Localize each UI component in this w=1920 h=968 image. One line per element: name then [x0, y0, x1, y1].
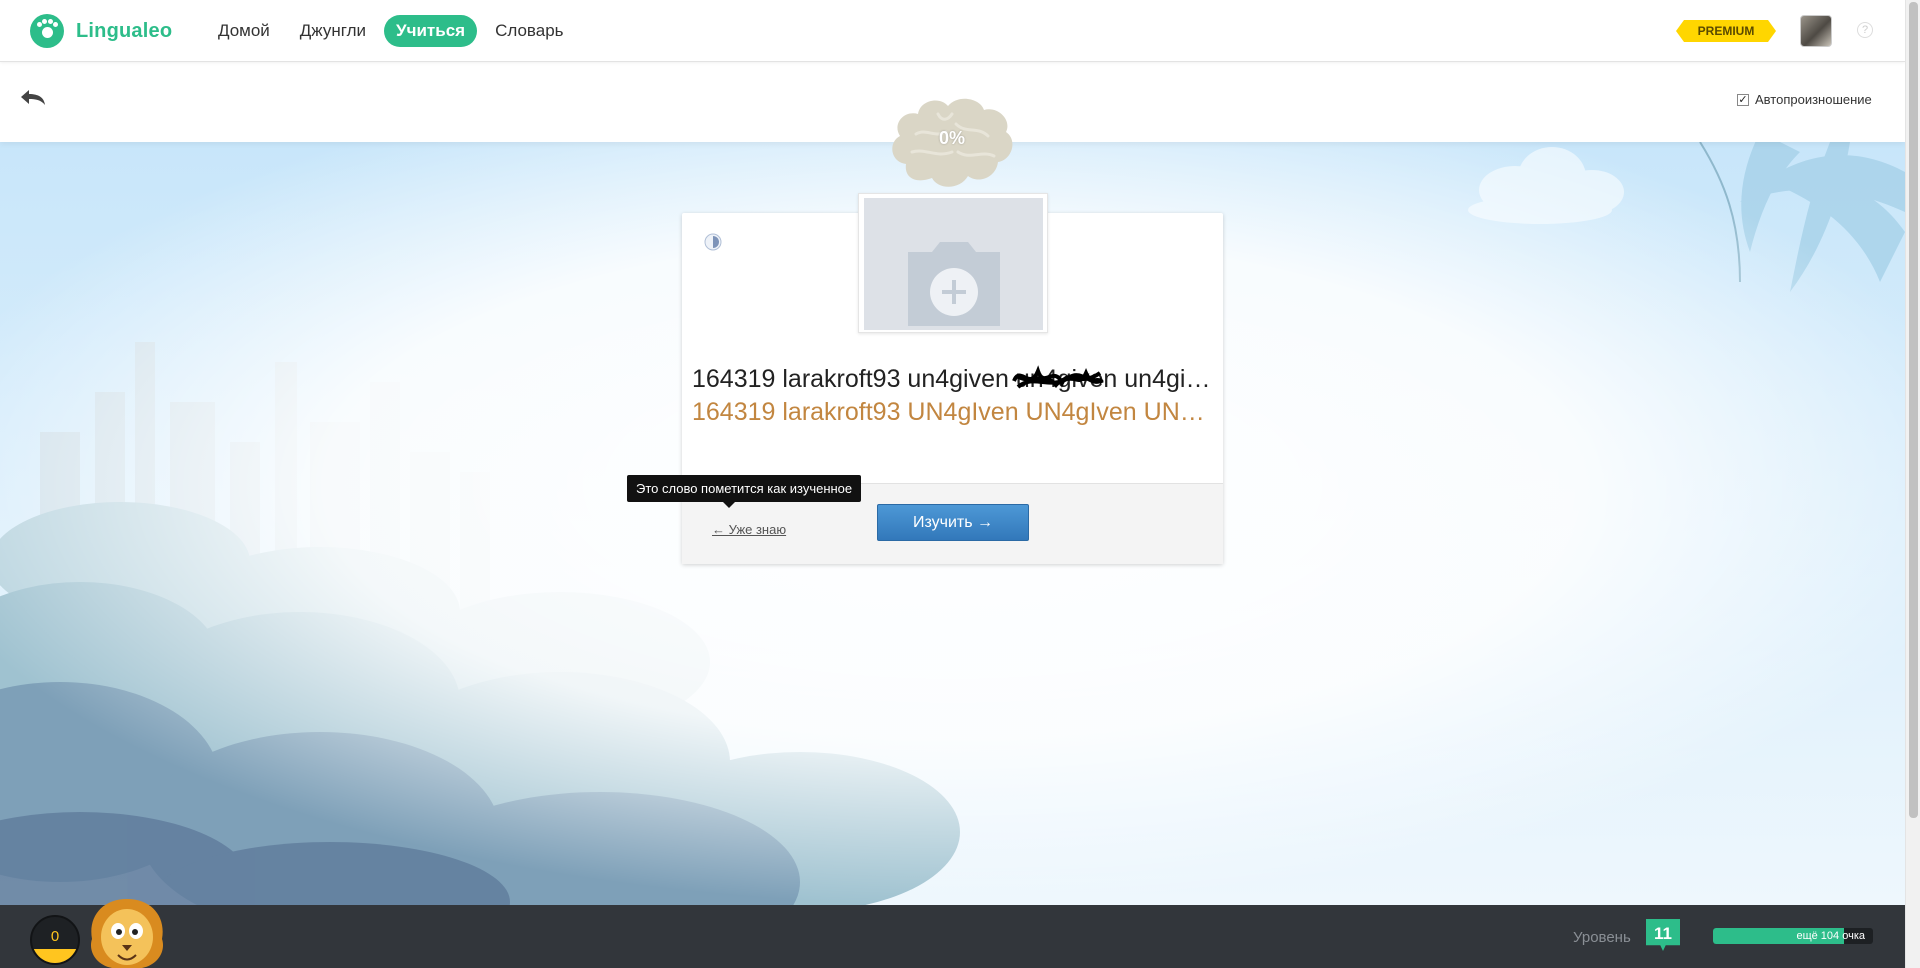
page-scrollbar[interactable] — [1905, 0, 1920, 968]
speaker-icon[interactable] — [704, 233, 722, 251]
top-navigation: Lingualeo Домой Джунгли Учиться Словарь … — [0, 0, 1905, 62]
word-picture[interactable] — [858, 193, 1048, 333]
help-icon[interactable]: ? — [1857, 22, 1873, 38]
nav-jungle[interactable]: Джунгли — [288, 15, 378, 47]
level-badge[interactable]: 11 — [1646, 919, 1680, 951]
autopronounce-checkbox[interactable]: ✓ — [1737, 93, 1749, 106]
learn-button[interactable]: Изучить → — [877, 504, 1029, 541]
scrollbar-thumb[interactable] — [1909, 2, 1918, 818]
nav-home[interactable]: Домой — [206, 15, 282, 47]
coin-fill — [32, 949, 78, 963]
back-arrow-icon[interactable] — [18, 84, 48, 110]
coins-value: 0 — [50, 928, 60, 945]
already-know-tooltip: Это слово пометится как изученное — [627, 475, 862, 508]
logo[interactable]: Lingualeo — [30, 14, 172, 48]
nav-dictionary[interactable]: Словарь — [483, 15, 575, 47]
camera-plus-icon — [908, 242, 1000, 326]
autopronounce-label: Автопроизношение — [1755, 92, 1872, 107]
user-avatar[interactable] — [1800, 15, 1832, 47]
xp-progress-bar[interactable]: ещё 104 очка — [1713, 928, 1873, 944]
autopronounce-toggle[interactable]: ✓ Автопроизношение — [1737, 92, 1872, 107]
main-nav: Домой Джунгли Учиться Словарь — [206, 15, 576, 47]
xp-remaining-text: ещё 104 очка — [1796, 930, 1865, 942]
nav-learn[interactable]: Учиться — [384, 15, 478, 47]
word-text: 164319 larakroft93 un4given un4given un4… — [692, 365, 1217, 393]
lion-mascot-icon[interactable] — [82, 895, 172, 968]
paw-logo-icon — [30, 14, 64, 48]
redaction-scribble — [1012, 365, 1104, 389]
translation-text: 164319 larakroft93 UN4gIven UN4gIven UN4… — [692, 398, 1217, 426]
meatballs-counter[interactable]: 0 — [30, 915, 80, 965]
level-label: Уровень — [1573, 929, 1631, 946]
picture-placeholder[interactable] — [864, 198, 1043, 330]
premium-badge[interactable]: PREMIUM — [1676, 20, 1776, 42]
logo-text: Lingualeo — [76, 19, 173, 42]
already-know-link[interactable]: ← Уже знаю — [712, 522, 786, 537]
progress-percent: 0% — [938, 128, 965, 148]
status-bar: 0 Уровень 11 ещё 104 очка — [0, 905, 1905, 968]
